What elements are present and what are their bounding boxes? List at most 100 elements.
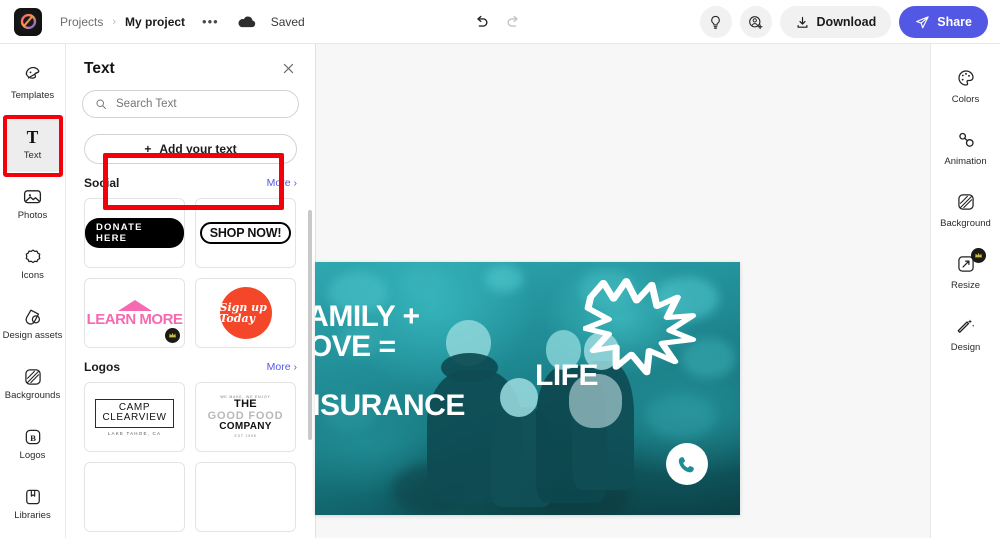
logos-icon: B (22, 426, 43, 447)
family-photo-duotone: FAMILY + LOVE = LIFE INSURANCE (315, 262, 740, 515)
good-food-est: EST 1998 (234, 433, 257, 438)
right-label-background: Background (940, 217, 991, 229)
text-panel-header: Text (66, 44, 315, 86)
camp-clearview-sub: LAKE TAHOE, CA (107, 430, 162, 436)
hero-line-4: INSURANCE (315, 388, 465, 422)
sidebar-item-backgrounds[interactable]: Backgrounds (3, 356, 63, 412)
share-button[interactable]: Share (899, 6, 988, 38)
backgrounds-icon (22, 366, 43, 387)
section-title-social: Social (84, 176, 120, 190)
sidebar-item-libraries[interactable]: Libraries (3, 476, 63, 532)
logo-card-the-good-food-company[interactable]: WE MAKE, WE ENJOY THE GOOD FOOD COMPANY … (195, 382, 296, 452)
section-header-social: Social More › (66, 170, 315, 194)
animation-icon (955, 130, 976, 151)
download-button[interactable]: Download (779, 6, 892, 38)
icons-icon (22, 246, 43, 267)
svg-text:B: B (30, 433, 36, 443)
section-more-logos[interactable]: More › (267, 361, 297, 373)
breadcrumb: Projects › My project ••• Saved (60, 14, 305, 29)
sidebar-item-icons[interactable]: Icons (3, 236, 63, 292)
logo-card-camp-clearview[interactable]: CAMP CLEARVIEW LAKE TAHOE, CA (84, 382, 185, 452)
panel-title: Text (84, 60, 115, 77)
cloud-icon (238, 15, 256, 28)
right-item-design[interactable]: Design (935, 306, 997, 362)
right-item-resize[interactable]: Resize (935, 244, 997, 300)
share-button-label: Share (937, 15, 972, 29)
add-your-text-button[interactable]: + Add your text (84, 134, 297, 164)
sidebar-item-design-assets[interactable]: Design assets (3, 296, 63, 352)
sidebar-label-backgrounds: Backgrounds (4, 390, 61, 402)
breadcrumb-separator-icon: › (112, 15, 117, 28)
text-panel-scrollbar[interactable] (308, 210, 312, 440)
search-input[interactable] (116, 98, 286, 110)
right-label-colors: Colors (951, 93, 980, 105)
undo-icon[interactable] (470, 11, 492, 33)
sidebar-item-text[interactable]: T Text (2, 116, 63, 172)
breadcrumb-current-project[interactable]: My project (125, 15, 185, 29)
search-icon (95, 98, 107, 110)
learn-more-label: LEARN MORE (86, 310, 183, 328)
section-title-logos: Logos (84, 360, 120, 374)
history-controls (470, 11, 524, 33)
shop-now-label: SHOP NOW! (199, 222, 292, 244)
lightbulb-icon[interactable] (699, 6, 732, 38)
add-your-text-label: Add your text (159, 142, 237, 156)
right-item-animation[interactable]: Animation (935, 120, 997, 176)
sidebar-item-photos[interactable]: Photos (3, 176, 63, 232)
photos-icon (22, 186, 43, 207)
social-grid: DONATE HERE SHOP NOW! LEARN MORE Sign up… (66, 194, 315, 348)
svg-text:T: T (27, 127, 39, 147)
donate-here-label: DONATE HERE (85, 218, 184, 248)
learn-more-art: LEARN MORE (86, 299, 183, 328)
close-icon[interactable] (281, 61, 297, 77)
search-box[interactable] (82, 90, 299, 118)
project-overflow-menu-button[interactable]: ••• (202, 14, 219, 29)
save-status: Saved (270, 14, 305, 29)
libraries-icon (22, 486, 43, 507)
breadcrumb-projects[interactable]: Projects (60, 15, 103, 29)
text-card-donate-here[interactable]: DONATE HERE (84, 198, 185, 268)
camp-clearview-box: CAMP CLEARVIEW (95, 398, 174, 428)
top-bar-actions: Download Share (699, 6, 988, 38)
text-card-learn-more[interactable]: LEARN MORE (84, 278, 185, 348)
design-wand-icon (955, 316, 976, 337)
premium-crown-icon (165, 328, 180, 343)
adobe-express-logo-icon[interactable] (14, 7, 42, 36)
right-label-resize: Resize (950, 279, 981, 291)
redo-icon[interactable] (502, 11, 524, 33)
logos-grid: CAMP CLEARVIEW LAKE TAHOE, CA WE MAKE, W… (66, 378, 315, 532)
sidebar-label-photos: Photos (17, 210, 48, 222)
sidebar-label-text: Text (23, 150, 42, 162)
section-more-social[interactable]: More › (267, 177, 297, 189)
right-label-animation: Animation (944, 155, 987, 167)
add-collaborator-icon[interactable] (739, 6, 772, 38)
text-card-sign-up-today[interactable]: Sign up Today (195, 278, 296, 348)
hero-line-2: LOVE = (315, 329, 396, 363)
right-item-colors[interactable]: Colors (935, 58, 997, 114)
camp-clearview-art: CAMP CLEARVIEW LAKE TAHOE, CA (95, 398, 174, 436)
hero-headline[interactable]: FAMILY + LOVE = LIFE INSURANCE (315, 302, 614, 422)
design-artboard[interactable]: FAMILY + LOVE = LIFE INSURANCE (315, 262, 740, 515)
left-tool-rail: Templates T Text Photos Icons Design ass… (0, 44, 66, 538)
adobe-express-editor: Projects › My project ••• Saved Download… (0, 0, 1000, 538)
plus-icon: + (144, 142, 152, 156)
phone-icon (666, 442, 709, 485)
sidebar-label-libraries: Libraries (14, 510, 51, 522)
sidebar-label-templates: Templates (10, 90, 55, 102)
text-card-shop-now[interactable]: SHOP NOW! (195, 198, 296, 268)
background-icon (955, 192, 976, 213)
right-label-design: Design (950, 341, 981, 353)
logo-card-partial-4[interactable] (195, 462, 296, 532)
text-panel: Text + Add your text (66, 44, 316, 538)
right-item-background[interactable]: Background (935, 182, 997, 238)
send-icon (915, 15, 930, 30)
sidebar-item-logos[interactable]: B Logos (3, 416, 63, 472)
sidebar-item-templates[interactable]: Templates (3, 56, 63, 112)
top-bar: Projects › My project ••• Saved Download… (0, 0, 1000, 44)
logo-card-partial-3[interactable] (84, 462, 185, 532)
templates-icon (22, 66, 43, 87)
text-icon: T (22, 126, 43, 147)
sidebar-label-design-icons: Icons (21, 270, 44, 282)
sign-up-today-label: Sign up Today (219, 301, 267, 325)
download-icon (795, 15, 810, 30)
